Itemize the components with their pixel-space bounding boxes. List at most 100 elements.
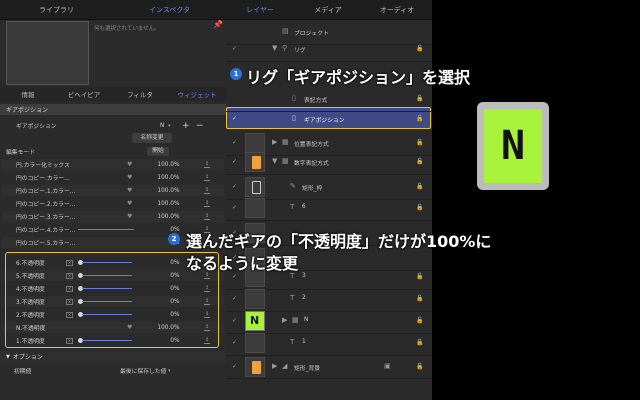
tab-behaviors[interactable]: ビヘイビア bbox=[56, 87, 112, 101]
disclosure-triangle-icon[interactable]: ▼ bbox=[272, 157, 277, 165]
checkbox[interactable]: ✓ bbox=[232, 159, 238, 165]
layer-row-1[interactable]: ✓ T 1 🔓 bbox=[226, 331, 432, 356]
tab-library[interactable]: ライブラリ bbox=[0, 0, 113, 19]
param-label: 円のコピー.4.カラー... bbox=[16, 228, 76, 234]
lock-icon[interactable]: 🔓 bbox=[416, 158, 423, 165]
lock-icon[interactable]: 🔓 bbox=[416, 363, 423, 370]
tab-audio[interactable]: オーディオ bbox=[362, 0, 432, 19]
layer-row-6[interactable]: ✓ T 6 🔓 bbox=[226, 196, 432, 221]
text-icon: T bbox=[290, 338, 295, 346]
rename-button[interactable]: 名称変更 bbox=[132, 133, 172, 143]
add-icon[interactable]: + bbox=[182, 121, 190, 131]
checkbox[interactable]: ✓ bbox=[232, 296, 238, 302]
keyframe-icon[interactable]: ↕ bbox=[204, 213, 210, 220]
lock-icon[interactable]: 🔓 bbox=[416, 273, 423, 280]
unit-label: % bbox=[174, 226, 180, 233]
filter-icon[interactable]: ▣ bbox=[384, 362, 391, 370]
param-value[interactable]: 100.0 bbox=[146, 201, 174, 207]
param-value[interactable]: 100.0 bbox=[146, 162, 174, 168]
disclosure-triangle-icon[interactable]: ▶ bbox=[272, 138, 277, 146]
heart-icon[interactable]: ♥ bbox=[127, 161, 132, 168]
disclosure-triangle-icon[interactable]: ▶ bbox=[272, 362, 277, 370]
checkbox[interactable]: ✓ bbox=[232, 116, 238, 122]
layer-name: 2 bbox=[302, 295, 306, 301]
annotation-step-2-line2: なるように変更 bbox=[186, 254, 299, 273]
initial-value-select[interactable]: 最後に保存した値 bbox=[120, 366, 166, 375]
keyframe-icon[interactable]: ↕ bbox=[204, 187, 210, 194]
layer-row-background[interactable]: ✓ ▶ ◢ 矩形_背景 ▣ 🔓 bbox=[226, 355, 432, 379]
section-title: ギアポジション bbox=[6, 107, 49, 114]
top-tabs-right: レイヤー メディア オーディオ bbox=[226, 0, 432, 20]
layer-name: プロジェクト bbox=[294, 31, 329, 37]
tab-inspector[interactable]: インスペクタ bbox=[113, 0, 226, 19]
step-badge-2: 2 bbox=[168, 233, 180, 245]
param-label: 円のコピー.1.カラー... bbox=[16, 189, 76, 195]
heart-icon[interactable]: ♥ bbox=[127, 187, 132, 194]
lock-icon[interactable]: 🔓 bbox=[416, 115, 423, 122]
layer-name: リグ bbox=[294, 48, 306, 54]
lock-icon[interactable]: 🔓 bbox=[416, 139, 423, 146]
checkbox[interactable]: ✓ bbox=[232, 340, 238, 346]
layer-name: N bbox=[304, 317, 309, 323]
remove-icon[interactable]: − bbox=[196, 121, 204, 131]
start-button[interactable]: 開始 bbox=[147, 147, 169, 156]
lcd-n-mini: N bbox=[250, 314, 260, 327]
heart-icon[interactable]: ♥ bbox=[127, 200, 132, 207]
disclosure-triangle-icon[interactable]: ▼ bbox=[272, 44, 277, 52]
checkbox[interactable]: ✓ bbox=[232, 364, 238, 370]
checkbox[interactable]: ✓ bbox=[232, 184, 238, 190]
tab-widget[interactable]: ウィジェット bbox=[168, 87, 226, 101]
widget-icon: ▯ bbox=[292, 94, 296, 102]
param-label: 円のコピー.カラー... bbox=[16, 176, 70, 182]
lock-icon[interactable]: 🔓 bbox=[416, 183, 423, 190]
disclosure-triangle-icon[interactable]: ▶ bbox=[282, 316, 287, 324]
layer-thumbnail bbox=[245, 357, 265, 377]
inspector-subtabs: 情報 ビヘイビア フィルタ ウィジェット bbox=[0, 87, 226, 101]
checkbox[interactable]: ✓ bbox=[232, 205, 238, 211]
disclosure-triangle-icon[interactable]: ▼ bbox=[6, 354, 10, 360]
pin-icon[interactable]: 📌 bbox=[213, 20, 223, 29]
preview-status-text: 何も選択されていません。 bbox=[94, 26, 160, 32]
layer-row-number-notation[interactable]: ✓ ▼ ▦ 数字表記方式 🔓 bbox=[226, 150, 432, 175]
layer-row-gear-position[interactable]: ✓ ▯ ギアポジション 🔓 bbox=[226, 107, 432, 132]
lock-icon[interactable]: 🔓 bbox=[416, 295, 423, 302]
lock-icon[interactable]: 🔓 bbox=[416, 339, 423, 346]
slider-track[interactable] bbox=[78, 228, 134, 231]
param-value[interactable]: 0 bbox=[146, 227, 174, 233]
param-label: 円のコピー.5.カラー... bbox=[16, 241, 76, 247]
param-label: 円のコピー.3.カラー... bbox=[16, 215, 76, 221]
param-label: 円のコピー.2.カラー... bbox=[16, 202, 76, 208]
lock-icon[interactable]: 🔓 bbox=[416, 95, 423, 102]
lock-icon[interactable]: 🔓 bbox=[416, 45, 423, 52]
chevron-down-icon[interactable]: ▾ bbox=[168, 368, 171, 374]
keyframe-icon[interactable]: ↕ bbox=[204, 174, 210, 181]
lcd-gear-value: N bbox=[484, 109, 542, 183]
options-header[interactable]: ▼ オプション bbox=[0, 351, 226, 362]
lock-icon[interactable]: 🔓 bbox=[416, 317, 423, 324]
unit-label: % bbox=[174, 174, 180, 181]
checkbox[interactable]: ✓ bbox=[232, 46, 238, 52]
heart-icon[interactable]: ♥ bbox=[127, 174, 132, 181]
initial-value-row: 初期値 最後に保存した値 ▾ bbox=[2, 365, 224, 376]
text-icon: T bbox=[290, 294, 295, 302]
checkbox[interactable]: ✓ bbox=[232, 140, 238, 146]
tab-filters[interactable]: フィルタ bbox=[112, 87, 168, 101]
checkbox[interactable]: ✓ bbox=[232, 318, 238, 324]
layer-name: 矩形_枠 bbox=[302, 186, 323, 192]
annotation-step-1: リグ「ギアポジション」を選択 bbox=[246, 68, 471, 87]
param-value[interactable]: 100.0 bbox=[146, 214, 174, 220]
param-value[interactable]: 100.0 bbox=[146, 175, 174, 181]
tab-info[interactable]: 情報 bbox=[0, 87, 56, 101]
heart-icon[interactable]: ♥ bbox=[127, 213, 132, 220]
param-value[interactable]: 100.0 bbox=[146, 188, 174, 194]
tab-layers[interactable]: レイヤー bbox=[226, 0, 294, 19]
chevron-down-icon[interactable]: ▾ bbox=[168, 123, 171, 129]
keyframe-icon[interactable]: ↕ bbox=[204, 161, 210, 168]
checkbox[interactable]: ✓ bbox=[232, 274, 238, 280]
gear-value-select[interactable]: N bbox=[160, 123, 164, 129]
param-row: 円.カラー化ミックス ♥ 100.0% ↕ bbox=[2, 159, 224, 170]
tab-media[interactable]: メディア bbox=[294, 0, 362, 19]
keyframe-icon[interactable]: ↕ bbox=[204, 200, 210, 207]
layer-row-rig[interactable]: ✓ ▼ ⚲ リグ 🔓 bbox=[226, 37, 432, 62]
lock-icon[interactable]: 🔓 bbox=[416, 204, 423, 211]
